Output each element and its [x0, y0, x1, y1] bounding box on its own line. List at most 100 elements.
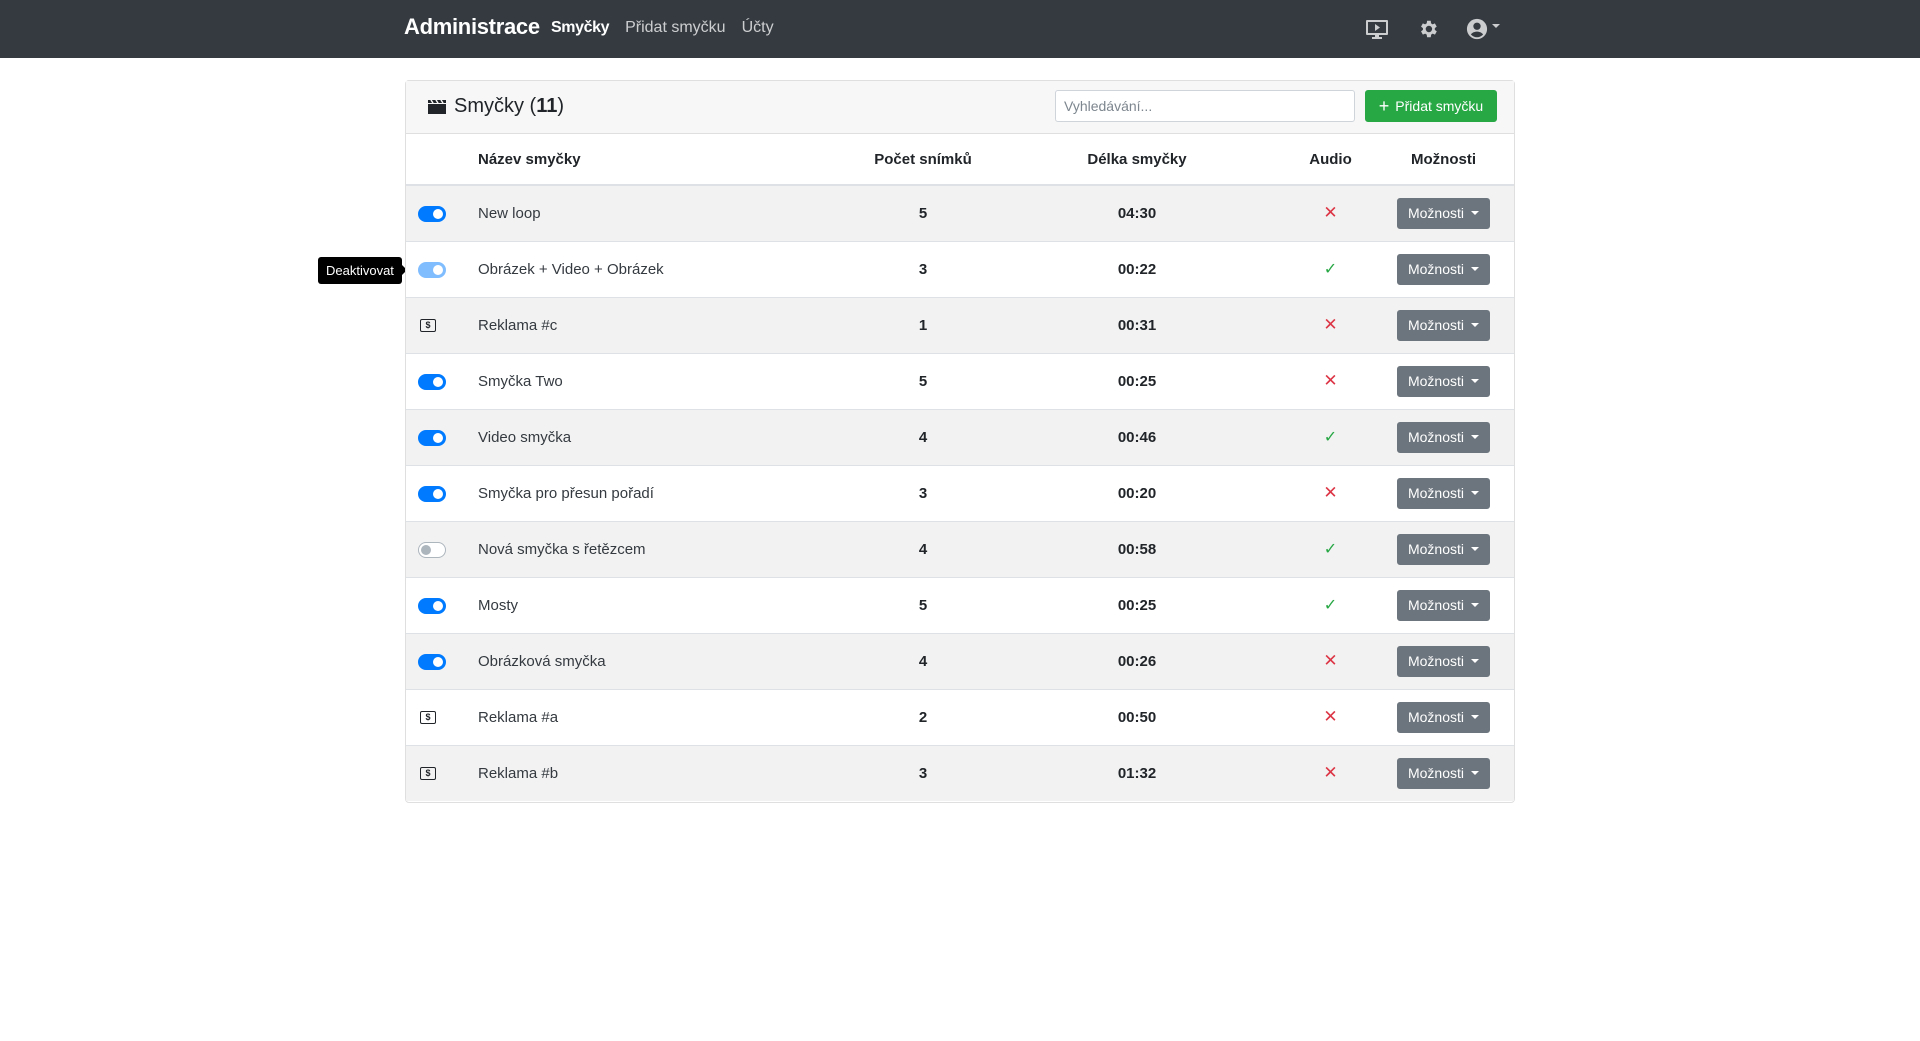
toggle-cell — [406, 464, 470, 521]
col-name: Název smyčky — [470, 134, 860, 186]
loop-length: 00:25 — [986, 576, 1288, 633]
col-audio: Audio — [1288, 134, 1373, 186]
options-label: Možnosti — [1407, 373, 1465, 389]
table-body: New loop 5 04:30 ✕ Možnosti Obrázek + Vi… — [406, 185, 1514, 801]
options-dropdown-button[interactable]: Možnosti — [1397, 645, 1490, 677]
chevron-down-icon — [1471, 211, 1480, 216]
options-dropdown-button[interactable]: Možnosti — [1397, 589, 1490, 621]
active-toggle[interactable] — [418, 205, 446, 222]
active-toggle[interactable] — [418, 429, 446, 446]
loop-name[interactable]: Video smyčka — [470, 408, 860, 465]
check-icon: ✓ — [1323, 541, 1338, 558]
chevron-down-icon — [1471, 379, 1480, 383]
close-icon: ✕ — [1323, 315, 1338, 334]
active-toggle[interactable] — [418, 541, 446, 558]
chevron-down-icon — [1471, 603, 1480, 607]
loop-length: 00:26 — [986, 632, 1288, 689]
loop-name[interactable]: Reklama #c — [470, 296, 860, 353]
ad-icon: $ — [420, 767, 436, 781]
toggle-cell — [406, 520, 470, 577]
search-input[interactable] — [1055, 90, 1355, 122]
loop-name[interactable]: Obrázková smyčka — [470, 632, 860, 689]
toggle-cell: $ — [406, 296, 470, 353]
loop-length: 00:58 — [986, 520, 1288, 577]
check-icon: ✓ — [1323, 597, 1338, 614]
options-cell: Možnosti — [1373, 185, 1514, 241]
options-dropdown-button[interactable]: Možnosti — [1397, 309, 1490, 341]
toggle-cell — [406, 352, 470, 409]
clapperboard-icon — [427, 99, 447, 115]
table-row: $ Reklama #a 2 00:50 ✕ Možnosti — [406, 688, 1514, 745]
loop-name[interactable]: Nová smyčka s řetězcem — [470, 520, 860, 577]
nav-link-add-loop[interactable]: Přidat smyčku — [625, 19, 725, 37]
active-toggle[interactable] — [418, 261, 446, 278]
loop-name[interactable]: Smyčka pro přesun pořadí — [470, 464, 860, 521]
options-dropdown-button[interactable]: Možnosti — [1397, 365, 1490, 397]
loop-length: 00:25 — [986, 352, 1288, 409]
loop-name[interactable]: Smyčka Two — [470, 352, 860, 409]
table-row: Smyčka Two 5 00:25 ✕ Možnosti — [406, 352, 1514, 409]
options-dropdown-button[interactable]: Možnosti — [1397, 477, 1490, 509]
options-label: Možnosti — [1407, 317, 1465, 333]
options-cell: Možnosti — [1373, 744, 1514, 801]
loop-length: 00:22 — [986, 240, 1288, 297]
loop-name[interactable]: Obrázek + Video + Obrázek — [470, 240, 860, 297]
options-cell: Možnosti — [1373, 296, 1514, 353]
options-label: Možnosti — [1407, 541, 1465, 557]
loop-length: 00:46 — [986, 408, 1288, 465]
add-loop-button[interactable]: + Přidat smyčku — [1365, 90, 1497, 122]
gear-icon[interactable] — [1415, 16, 1441, 42]
close-icon: ✕ — [1323, 651, 1338, 670]
options-label: Možnosti — [1407, 429, 1465, 445]
nav-icons — [1364, 16, 1506, 42]
chevron-down-icon — [1492, 24, 1500, 28]
check-icon: ✓ — [1323, 261, 1338, 278]
slide-count: 4 — [860, 520, 986, 577]
col-length: Délka smyčky — [986, 134, 1288, 186]
close-icon: ✕ — [1323, 203, 1338, 223]
col-toggle — [406, 134, 470, 186]
loop-name[interactable]: New loop — [470, 185, 860, 241]
nav-link-loops[interactable]: Smyčky — [551, 19, 609, 37]
active-toggle[interactable] — [418, 653, 446, 670]
loop-name[interactable]: Reklama #a — [470, 688, 860, 745]
audio-cell: ✓ — [1288, 408, 1373, 465]
card-header: Smyčky (11) + Přidat smyčku — [406, 81, 1514, 134]
options-label: Možnosti — [1407, 653, 1465, 669]
close-icon: ✕ — [1323, 371, 1338, 390]
table-row: Smyčka pro přesun pořadí 3 00:20 ✕ Možno… — [406, 464, 1514, 521]
chevron-down-icon — [1471, 323, 1480, 327]
tooltip-deactivate: Deaktivovat — [318, 257, 407, 284]
chevron-down-icon — [1471, 715, 1480, 719]
options-cell: Možnosti — [1373, 408, 1514, 465]
slide-count: 2 — [860, 688, 986, 745]
loop-name[interactable]: Mosty — [470, 576, 860, 633]
loop-length: 01:32 — [986, 744, 1288, 801]
active-toggle[interactable] — [418, 597, 446, 614]
brand-title[interactable]: Administrace — [404, 14, 540, 40]
audio-cell: ✓ — [1288, 520, 1373, 577]
audio-cell: ✕ — [1288, 744, 1373, 801]
user-circle-icon[interactable] — [1466, 16, 1506, 42]
active-toggle[interactable] — [418, 373, 446, 390]
options-dropdown-button[interactable]: Možnosti — [1397, 533, 1490, 565]
options-dropdown-button[interactable]: Možnosti — [1397, 421, 1490, 453]
options-cell: Možnosti — [1373, 520, 1514, 577]
options-dropdown-button[interactable]: Možnosti — [1397, 253, 1490, 285]
slide-count: 3 — [860, 744, 986, 801]
options-dropdown-button[interactable]: Možnosti — [1397, 197, 1490, 229]
options-dropdown-button[interactable]: Možnosti — [1397, 757, 1490, 789]
slide-count: 4 — [860, 408, 986, 465]
toggle-cell — [406, 240, 470, 297]
slide-count: 4 — [860, 632, 986, 689]
table-row: Video smyčka 4 00:46 ✓ Možnosti — [406, 408, 1514, 465]
display-icon[interactable] — [1364, 16, 1390, 42]
loop-name[interactable]: Reklama #b — [470, 744, 860, 801]
loop-length: 04:30 — [1117, 204, 1157, 222]
check-icon: ✓ — [1323, 429, 1338, 446]
options-dropdown-button[interactable]: Možnosti — [1397, 701, 1490, 733]
add-loop-label: Přidat smyčku — [1395, 98, 1484, 114]
nav-link-accounts[interactable]: Účty — [742, 19, 774, 37]
audio-cell: ✕ — [1288, 352, 1373, 409]
active-toggle[interactable] — [418, 485, 446, 502]
